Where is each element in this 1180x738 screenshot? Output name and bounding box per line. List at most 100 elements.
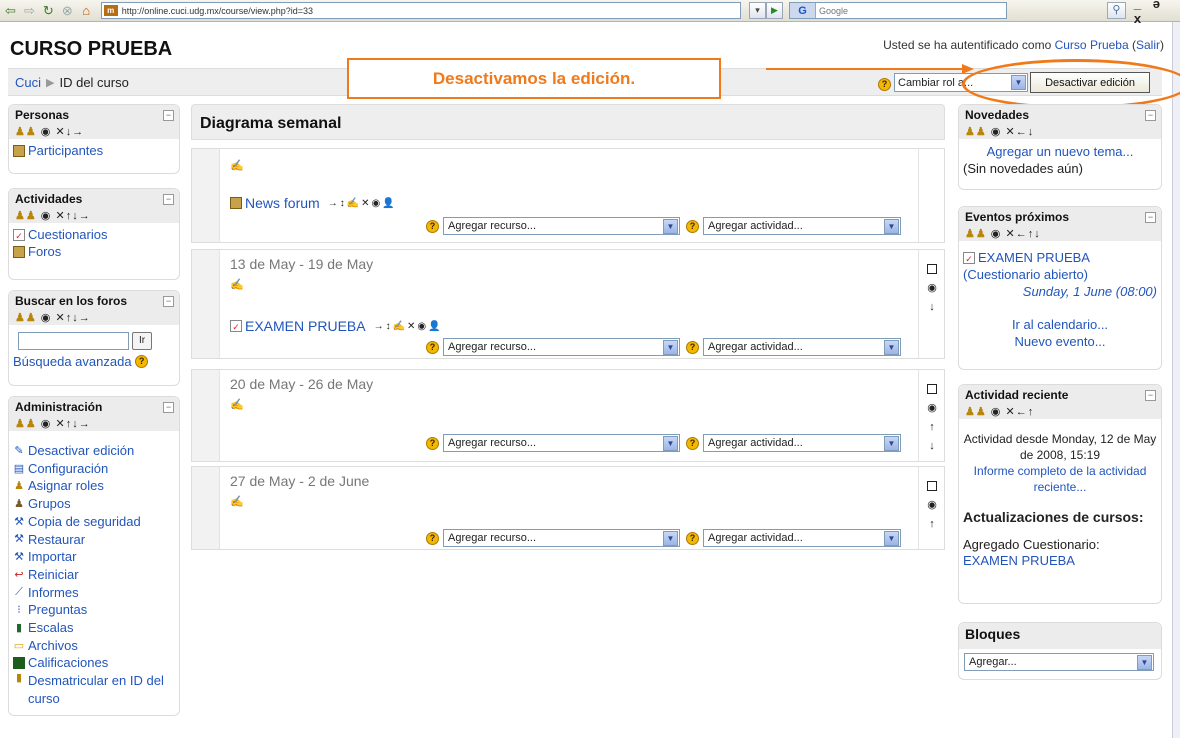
admin-groups[interactable]: ♟ Grupos	[13, 495, 175, 513]
admin-restore[interactable]: ⚒ Restaurar	[13, 531, 175, 549]
move-right-icon[interactable]: →	[79, 312, 91, 324]
go-button[interactable]: ▶	[765, 2, 783, 19]
collapse-icon[interactable]: −	[1145, 212, 1156, 223]
collapse-icon[interactable]: −	[1145, 390, 1156, 401]
admin-backup[interactable]: ⚒ Copia de seguridad	[13, 513, 175, 531]
forum-search-input[interactable]	[18, 332, 129, 350]
move-down-icon[interactable]: ↓	[929, 437, 935, 456]
logout-link[interactable]: Salir	[1136, 38, 1160, 52]
resource-tools[interactable]: →↕✍✕◉👤	[328, 198, 397, 209]
help-icon[interactable]: ?	[426, 340, 439, 354]
new-event-link[interactable]: Nuevo evento...	[963, 333, 1157, 350]
admin-import[interactable]: ⚒ Importar	[13, 548, 175, 566]
breadcrumb-home-link[interactable]: Cuci	[15, 75, 41, 90]
resource-tools[interactable]: →↕✍✕◉👤	[374, 321, 443, 332]
admin-grades[interactable]: Calificaciones	[13, 654, 175, 672]
address-bar[interactable]: m http://online.cuci.udg.mx/course/view.…	[100, 2, 741, 19]
back-icon[interactable]: ⇦	[2, 2, 19, 20]
help-icon[interactable]: ?	[426, 219, 439, 233]
full-report-link[interactable]: Informe completo de la actividad recient…	[963, 463, 1157, 495]
add-activity-select[interactable]: Agregar actividad... ▼	[703, 434, 901, 452]
admin-unenrol[interactable]: ▮ Desmatricular en ID del curso	[13, 672, 175, 707]
added-item-link[interactable]: EXAMEN PRUEBA	[963, 553, 1157, 569]
forums-link[interactable]: Foros	[13, 243, 175, 260]
help-icon[interactable]: ?	[426, 531, 439, 545]
help-icon[interactable]: ?	[426, 436, 439, 450]
home-icon[interactable]: ⌂	[78, 2, 95, 20]
admin-scales[interactable]: ▮ Escalas	[13, 619, 175, 637]
roles-icon[interactable]: ♟♟	[15, 418, 37, 430]
move-down-icon[interactable]: ↓	[929, 298, 935, 317]
stop-icon[interactable]: ⊗	[59, 2, 76, 20]
hide-icon[interactable]: ◉	[41, 210, 52, 222]
google-search-input[interactable]	[815, 3, 1006, 18]
move-down-icon[interactable]: ↓	[1034, 228, 1041, 240]
roles-icon[interactable]: ♟♟	[965, 406, 987, 418]
roles-icon[interactable]: ♟♟	[965, 228, 987, 240]
hide-icon[interactable]: ◉	[991, 126, 1002, 138]
admin-disable-editing[interactable]: ✎ Desactivar edición	[13, 442, 175, 460]
help-icon[interactable]: ?	[686, 219, 699, 233]
admin-reports[interactable]: ⟋ Informes	[13, 584, 175, 602]
help-icon[interactable]: ?	[135, 355, 149, 368]
move-up-icon[interactable]: ↑	[929, 418, 935, 437]
hide-icon[interactable]: ◉	[41, 312, 52, 324]
highlight-icon[interactable]	[927, 264, 937, 274]
roles-icon[interactable]: ♟♟	[965, 126, 987, 138]
edit-summary-icon[interactable]: ✍	[230, 398, 244, 411]
move-left-icon[interactable]: ←	[1016, 406, 1028, 418]
resource-exam[interactable]: ✓ EXAMEN PRUEBA →↕✍✕◉👤	[230, 318, 443, 334]
move-right-icon[interactable]: →	[72, 126, 84, 138]
google-search-box[interactable]: G	[788, 2, 1007, 19]
login-user-link[interactable]: Curso Prueba	[1055, 38, 1129, 52]
delete-icon[interactable]: ✕	[55, 126, 65, 138]
help-icon[interactable]: ?	[686, 340, 699, 354]
admin-settings[interactable]: ▤ Configuración	[13, 460, 175, 478]
add-activity-select[interactable]: Agregar actividad... ▼	[703, 529, 901, 547]
add-resource-select[interactable]: Agregar recurso... ▼	[443, 338, 680, 356]
forum-search-button[interactable]: Ir	[132, 332, 152, 350]
move-right-icon[interactable]: →	[79, 210, 91, 222]
search-button[interactable]: ⚲	[1106, 2, 1126, 19]
help-icon[interactable]: ?	[686, 436, 699, 450]
add-activity-select[interactable]: Agregar actividad... ▼	[703, 217, 901, 235]
reload-icon[interactable]: ↻	[40, 2, 57, 20]
advanced-search-link[interactable]: Búsqueda avanzada ?	[13, 353, 175, 370]
edit-summary-icon[interactable]: ✍	[230, 278, 244, 291]
move-down-icon[interactable]: ↓	[1028, 126, 1035, 138]
admin-files[interactable]: ▭ Archivos	[13, 637, 175, 655]
add-resource-select[interactable]: Agregar recurso... ▼	[443, 529, 680, 547]
hide-icon[interactable]: ◉	[991, 228, 1002, 240]
delete-icon[interactable]: ✕	[1005, 406, 1015, 418]
admin-reset[interactable]: ↩ Reiniciar	[13, 566, 175, 584]
eye-icon[interactable]: ◉	[927, 399, 937, 418]
vertical-scrollbar[interactable]	[1172, 22, 1180, 738]
collapse-icon[interactable]: −	[1145, 110, 1156, 121]
go-to-calendar-link[interactable]: Ir al calendario...	[963, 316, 1157, 333]
move-up-icon[interactable]: ↑	[929, 515, 935, 534]
highlight-icon[interactable]	[927, 384, 937, 394]
admin-assign-roles[interactable]: ♟ Asignar roles	[13, 477, 175, 495]
delete-icon[interactable]: ✕	[55, 312, 65, 324]
edit-summary-icon[interactable]: ✍	[230, 159, 244, 172]
collapse-icon[interactable]: −	[163, 296, 174, 307]
edit-summary-icon[interactable]: ✍	[230, 495, 244, 508]
participants-link[interactable]: Participantes	[13, 142, 175, 159]
move-right-icon[interactable]: →	[79, 418, 91, 430]
url-dropdown-button[interactable]: ▾	[748, 2, 766, 19]
hide-icon[interactable]: ◉	[41, 126, 52, 138]
resource-news-forum[interactable]: News forum →↕✍✕◉👤	[230, 195, 397, 211]
delete-icon[interactable]: ✕	[55, 418, 65, 430]
quizzes-link[interactable]: ✓ Cuestionarios	[13, 226, 175, 243]
collapse-icon[interactable]: −	[163, 194, 174, 205]
roles-icon[interactable]: ♟♟	[15, 210, 37, 222]
help-icon[interactable]: ?	[878, 78, 891, 91]
move-left-icon[interactable]: ←	[1016, 228, 1028, 240]
admin-questions[interactable]: ⁝ Preguntas	[13, 601, 175, 619]
add-topic-link[interactable]: Agregar un nuevo tema...	[963, 143, 1157, 160]
highlight-icon[interactable]	[927, 481, 937, 491]
help-icon[interactable]: ?	[686, 531, 699, 545]
roles-icon[interactable]: ♟♟	[15, 126, 37, 138]
move-left-icon[interactable]: ←	[1016, 126, 1028, 138]
add-resource-select[interactable]: Agregar recurso... ▼	[443, 217, 680, 235]
